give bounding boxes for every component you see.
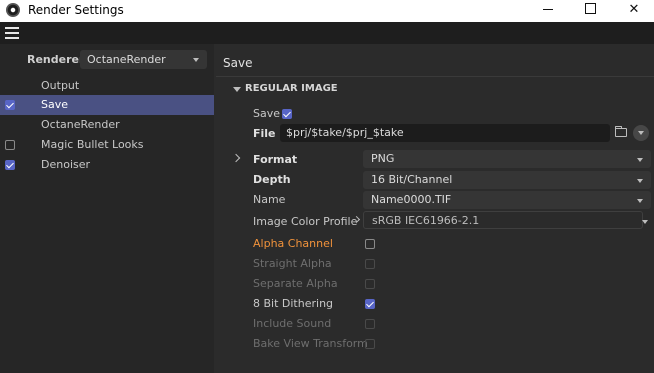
settings-sidebar: Renderer OctaneRender Output Save Octane… [0, 44, 214, 373]
alpha-channel-checkbox[interactable] [365, 239, 375, 249]
chevron-down-icon [638, 131, 644, 135]
format-label: Format [253, 153, 298, 166]
format-value: PNG [371, 152, 395, 165]
color-profile-value: sRGB IEC61966-2.1 [372, 214, 480, 227]
include-sound-label: Include Sound [253, 317, 332, 330]
save-checkbox[interactable] [282, 109, 292, 119]
format-dropdown[interactable]: PNG [363, 150, 651, 168]
chevron-down-icon [637, 158, 643, 162]
file-options-button[interactable] [633, 125, 649, 141]
sidebar-item-label: Output [41, 79, 80, 92]
close-button[interactable]: ✕ [614, 0, 654, 22]
sidebar-item-output[interactable]: Output [0, 76, 214, 96]
renderer-value: OctaneRender [87, 53, 166, 66]
save-enable-checkbox[interactable] [5, 100, 15, 110]
maximize-button[interactable] [570, 0, 610, 22]
sidebar-item-label: Magic Bullet Looks [41, 138, 144, 151]
renderer-dropdown[interactable]: OctaneRender [80, 50, 207, 69]
sidebar-item-magic-bullet-looks[interactable]: Magic Bullet Looks [0, 135, 214, 155]
sidebar-item-denoiser[interactable]: Denoiser [0, 155, 214, 175]
dithering-label: 8 Bit Dithering [253, 297, 334, 310]
separate-alpha-label: Separate Alpha [253, 277, 338, 290]
chevron-down-icon[interactable] [642, 220, 648, 224]
expand-arrow-icon[interactable] [231, 153, 241, 163]
name-value: Name0000.TIF [371, 193, 452, 206]
straight-alpha-label: Straight Alpha [253, 257, 332, 270]
depth-dropdown[interactable]: 16 Bit/Channel [363, 171, 651, 189]
separate-alpha-checkbox[interactable] [365, 279, 375, 289]
bake-view-transform-checkbox[interactable] [365, 339, 375, 349]
name-dropdown[interactable]: Name0000.TIF [363, 191, 651, 209]
color-profile-label: Image Color Profile [253, 215, 358, 228]
sidebar-item-label: OctaneRender [41, 118, 120, 131]
maximize-icon [584, 3, 596, 14]
file-path-value: $prj/$take/$prj_$take [286, 126, 404, 139]
file-path-input[interactable]: $prj/$take/$prj_$take [280, 124, 610, 142]
collapse-arrow-icon[interactable] [233, 87, 241, 92]
bake-view-transform-label: Bake View Transform [253, 337, 368, 350]
chevron-down-icon [193, 58, 199, 62]
cinema4d-logo-icon [6, 3, 20, 17]
title-bar: Render Settings ✕ [0, 0, 654, 22]
section-title: Save [223, 56, 253, 70]
denoiser-checkbox[interactable] [5, 160, 15, 170]
save-label: Save [253, 107, 281, 120]
file-label: File [253, 127, 276, 140]
minimize-icon [543, 9, 553, 10]
renderer-label: Renderer [27, 53, 85, 66]
straight-alpha-checkbox[interactable] [365, 259, 375, 269]
hamburger-menu-icon[interactable] [5, 27, 19, 39]
sidebar-item-octanerender[interactable]: OctaneRender [0, 115, 214, 135]
depth-value: 16 Bit/Channel [371, 173, 453, 186]
depth-label: Depth [253, 173, 291, 186]
alpha-channel-label: Alpha Channel [253, 237, 333, 250]
renderer-row: Renderer OctaneRender [0, 50, 214, 70]
section-divider [216, 76, 654, 77]
name-label: Name [253, 193, 286, 206]
chevron-down-icon [637, 179, 643, 183]
folder-icon[interactable] [615, 126, 627, 137]
color-profile-field[interactable]: sRGB IEC61966-2.1 [363, 211, 643, 229]
include-sound-checkbox[interactable] [365, 319, 375, 329]
chevron-down-icon [637, 199, 643, 203]
minimize-button[interactable] [528, 0, 568, 22]
menu-bar [0, 22, 654, 44]
sidebar-item-label: Save [41, 98, 69, 111]
dithering-checkbox[interactable] [365, 299, 375, 309]
sidebar-item-save[interactable]: Save [0, 95, 214, 115]
sidebar-item-label: Denoiser [41, 158, 91, 171]
group-title[interactable]: REGULAR IMAGE [245, 83, 338, 94]
window-title: Render Settings [28, 3, 124, 17]
magic-bullet-looks-checkbox[interactable] [5, 140, 15, 150]
close-icon: ✕ [628, 2, 640, 17]
settings-content: Save REGULAR IMAGE Save File $prj/$take/… [216, 44, 654, 373]
